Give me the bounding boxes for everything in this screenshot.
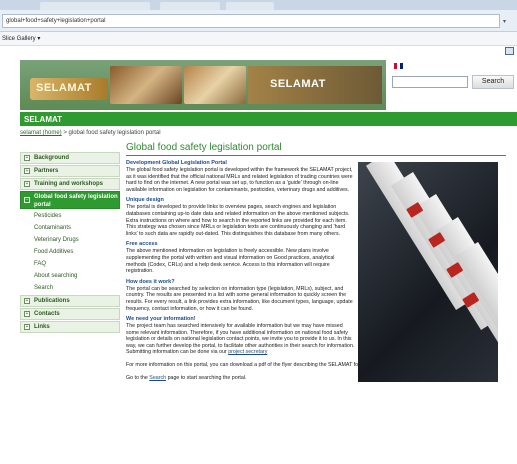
banner: SELAMAT SELAMAT [20, 60, 386, 110]
section-heading: How does it work? [126, 278, 175, 285]
browser-tab[interactable] [160, 2, 220, 10]
slice-gallery-button[interactable]: Slice Gallery ▾ [2, 35, 40, 42]
subnav-about-searching[interactable]: About searching [20, 270, 120, 282]
text-column: Development Global Legislation Portal Th… [126, 160, 356, 356]
nav-item-publications[interactable]: + Publications [20, 295, 120, 307]
page-title: Global food safety legislation portal [126, 142, 506, 156]
banner-title-text: SELAMAT [270, 78, 326, 90]
section-heading: Unique design [126, 197, 164, 204]
expand-plus-icon[interactable]: + [24, 181, 30, 187]
command-bar [0, 46, 517, 58]
subnav-pesticides[interactable]: Pesticides [20, 210, 120, 222]
goto-suffix: page to start searching the portal. [167, 375, 247, 382]
breadcrumb: selamat (home) > global food safety legi… [20, 130, 161, 136]
main-content: Global food safety legislation portal De… [126, 142, 506, 382]
section-heading: We need your information! [126, 316, 196, 323]
nav-item-label: Contacts [34, 311, 60, 317]
section-body: The portal can be searched by selection … [126, 285, 353, 312]
selamat-banner-title: SELAMAT [248, 66, 382, 104]
nav-item-label: Partners [34, 168, 59, 174]
subnav-veterinary-drugs[interactable]: Veterinary Drugs [20, 234, 120, 246]
project-secretary-link[interactable]: project secretary [228, 349, 267, 355]
nav-item-background[interactable]: + Background [20, 152, 120, 164]
search-area: Search [388, 60, 517, 110]
left-navigation: + Background + Partners + Training and w… [20, 152, 120, 334]
nav-item-partners[interactable]: + Partners [20, 165, 120, 177]
section-body: The portal is developed to provide links… [126, 204, 350, 237]
section-heading: Free access [126, 241, 158, 248]
selamat-logo[interactable]: SELAMAT [30, 78, 108, 100]
goto-prefix: Go to the [126, 375, 148, 382]
section-body: The project team has searched intensivel… [126, 323, 356, 356]
banner-photo [184, 66, 246, 104]
subnav-search[interactable]: Search [20, 282, 120, 294]
binder-photo [358, 162, 498, 382]
nav-item-label: Background [34, 155, 70, 161]
site-title: SELAMAT [24, 115, 63, 124]
nav-item-label: Links [34, 324, 50, 330]
search-input[interactable] [392, 76, 468, 88]
favorites-bar: Slice Gallery ▾ [0, 32, 517, 46]
expand-plus-icon[interactable]: + [24, 324, 30, 330]
section-body: The global food safety legislation porta… [126, 167, 353, 193]
address-bar: global+food+safety+legislation+portal ▾ [0, 10, 517, 32]
section-body: The above mentioned information on legis… [126, 248, 335, 275]
slice-gallery-label: Slice Gallery [2, 36, 36, 42]
nav-item-label: Publications [34, 298, 70, 304]
subnav-contaminants[interactable]: Contaminants [20, 222, 120, 234]
collapse-minus-icon[interactable]: − [24, 197, 30, 203]
goto-search-link[interactable]: Search [149, 375, 166, 381]
nav-item-contacts[interactable]: + Contacts [20, 308, 120, 320]
expand-plus-icon[interactable]: + [24, 311, 30, 317]
site-title-bar: SELAMAT [20, 112, 517, 126]
site-header: SELAMAT SELAMAT Search [20, 60, 517, 110]
expand-plus-icon[interactable]: + [24, 298, 30, 304]
logo-text: SELAMAT [36, 82, 92, 94]
section-heading: Development Global Legislation Portal [126, 160, 227, 166]
search-button[interactable]: Search [472, 75, 514, 89]
banner-photo [110, 66, 182, 104]
nav-item-links[interactable]: + Links [20, 321, 120, 333]
browser-tab-strip [0, 0, 517, 10]
subnav-food-additives[interactable]: Food Additives [20, 246, 120, 258]
browser-tab[interactable] [40, 2, 150, 10]
nav-item-label: Training and workshops [34, 181, 104, 187]
dropdown-arrow-icon[interactable]: ▾ [503, 18, 506, 25]
uk-flag-icon[interactable] [394, 63, 403, 69]
nav-item-training[interactable]: + Training and workshops [20, 178, 120, 190]
address-input[interactable]: global+food+safety+legislation+portal [2, 14, 500, 28]
expand-plus-icon[interactable]: + [24, 155, 30, 161]
breadcrumb-current: > global food safety legislation portal [63, 130, 161, 136]
breadcrumb-home-link[interactable]: selamat (home) [20, 130, 62, 136]
nav-item-label: Global food safety legislation portal [34, 194, 118, 208]
nav-item-legislation-portal[interactable]: − Global food safety legislation portal [20, 191, 120, 209]
browser-tab[interactable] [226, 2, 274, 10]
home-icon[interactable] [505, 47, 514, 55]
subnav-faq[interactable]: FAQ [20, 258, 120, 270]
expand-plus-icon[interactable]: + [24, 168, 30, 174]
